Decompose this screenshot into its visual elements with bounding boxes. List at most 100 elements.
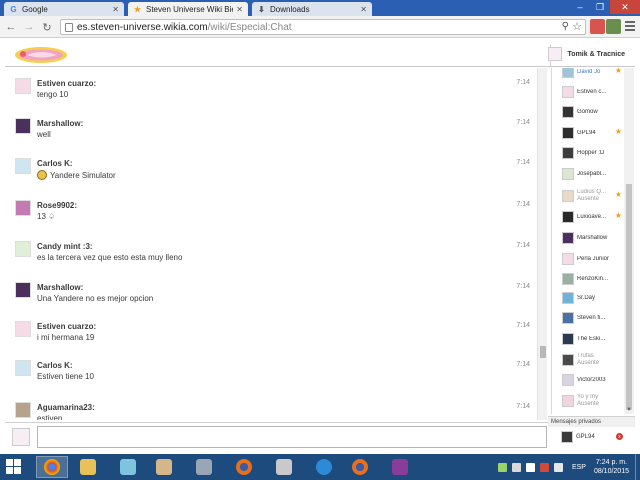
user-list-item[interactable]: Perla Junior — [552, 249, 623, 269]
scrollbar-thumb[interactable] — [626, 184, 632, 410]
user-list-item[interactable]: Josepabl... — [552, 164, 623, 184]
address-bar[interactable]: es.steven-universe.wikia.com/wiki/Especi… — [60, 19, 586, 35]
avatar — [562, 253, 574, 265]
extension-icon[interactable] — [590, 19, 605, 34]
profile-avatar-icon[interactable] — [606, 19, 621, 34]
calculator-taskbar-button[interactable] — [188, 456, 220, 478]
away-status: Ausente — [577, 360, 600, 366]
tray-notification-icon[interactable] — [511, 462, 521, 472]
reload-button[interactable]: ↻ — [40, 20, 54, 34]
maximize-button[interactable]: ❐ — [590, 0, 610, 14]
chrome-taskbar-button[interactable] — [36, 456, 68, 478]
current-user-name: Tomik & Tracnice — [567, 50, 625, 58]
google-g-icon: G — [10, 4, 17, 14]
tab-label: Steven Universe Wiki Bie — [146, 4, 234, 14]
user-name: Hopper :D — [577, 149, 605, 156]
user-list-item[interactable]: Luxioave... ★ — [552, 207, 623, 227]
unread-badge-icon[interactable]: x — [616, 433, 623, 440]
winrar-taskbar-button[interactable] — [384, 456, 416, 478]
message-author[interactable]: Marshallow: — [37, 283, 83, 292]
user-list-item[interactable]: Hopper :D — [552, 143, 623, 163]
user-list-item[interactable]: RenzoKin... — [552, 269, 623, 289]
message-author[interactable]: Carlos K: — [37, 361, 73, 370]
firefox-taskbar-button[interactable] — [228, 456, 260, 478]
user-list-item[interactable]: GPL94 ★ — [552, 123, 623, 143]
user-list-item[interactable]: David Jo ★ — [552, 68, 623, 82]
message-author[interactable]: Estiven cuarzo: — [37, 79, 96, 88]
zsnes-taskbar-button[interactable] — [268, 456, 300, 478]
network-icon[interactable] — [525, 462, 535, 472]
close-icon[interactable]: ✕ — [360, 5, 367, 14]
private-message-item[interactable]: GPL94 x — [551, 428, 635, 446]
avatar[interactable] — [15, 118, 31, 134]
firefox-alt-taskbar-button[interactable] — [344, 456, 376, 478]
window-close-button[interactable]: ✕ — [610, 0, 640, 14]
show-desktop-button[interactable] — [635, 454, 640, 480]
user-list-item[interactable]: Ludius Q... Ausente ★ — [552, 186, 623, 206]
chat-header: Tomik & Tracnice — [5, 45, 635, 67]
notepad-taskbar-button[interactable] — [112, 456, 144, 478]
close-icon[interactable]: ✕ — [112, 5, 119, 14]
message-author[interactable]: Aguamarina23: — [37, 403, 95, 412]
message-scrollbar[interactable] — [537, 68, 547, 420]
message-input[interactable] — [37, 426, 547, 448]
avatar[interactable] — [15, 200, 31, 216]
file-explorer-taskbar-button[interactable] — [72, 456, 104, 478]
avatar[interactable] — [15, 282, 31, 298]
close-icon[interactable]: ✕ — [236, 5, 243, 14]
user-list-item[interactable]: Marshallow — [552, 228, 623, 248]
steven-universe-logo[interactable] — [13, 45, 69, 65]
message-author[interactable]: Rose9902: — [37, 201, 77, 210]
tray-app-icon[interactable] — [497, 462, 507, 472]
window-controls: – ❐ ✕ — [570, 0, 640, 14]
user-list-item[interactable]: Victor2003 — [552, 370, 623, 390]
message-text: es la tercera vez que esto esta muy llen… — [37, 253, 183, 262]
windows-start-icon[interactable] — [6, 459, 22, 475]
user-list-item[interactable]: Estiven c... — [552, 82, 623, 102]
user-list-item[interactable]: The Eski... — [552, 329, 623, 349]
user-list-scrollbar[interactable]: ▼ — [624, 68, 634, 414]
message-list[interactable]: Estiven cuarzo: tengo 10 7:14 Marshallow… — [5, 68, 536, 420]
message-author[interactable]: Marshallow: — [37, 119, 83, 128]
avatar — [562, 127, 574, 139]
avatar[interactable] — [15, 402, 31, 418]
user-list[interactable]: David Jo ★ Estiven c... Gomow GPL94 ★ Hopp… — [551, 68, 623, 414]
tab-downloads[interactable]: ⬇ Downloads ✕ — [252, 2, 372, 16]
user-list-item[interactable]: Yo y my Ausente — [552, 391, 623, 411]
tab-steven-universe-wiki[interactable]: ★ Steven Universe Wiki Bie ✕ — [128, 2, 248, 16]
flag-icon[interactable] — [539, 462, 549, 472]
forward-button[interactable]: → — [22, 20, 36, 34]
message-author[interactable]: Candy mint :3: — [37, 242, 93, 251]
user-list-item[interactable]: Gomow — [552, 102, 623, 122]
chrome-menu-icon[interactable] — [625, 21, 635, 33]
wikia-star-icon: ★ — [133, 4, 142, 14]
scrollbar-thumb[interactable] — [540, 346, 546, 358]
user-list-item[interactable]: Sr.Day — [552, 288, 623, 308]
avatar[interactable] — [15, 321, 31, 337]
search-icon[interactable]: ⚲ — [562, 21, 569, 32]
avatar[interactable] — [15, 241, 31, 257]
user-name: Yo y my Ausente — [577, 394, 617, 408]
message-author[interactable]: Estiven cuarzo: — [37, 322, 96, 331]
user-list-item[interactable]: Steven fi... — [552, 308, 623, 328]
bookmark-star-icon[interactable]: ☆ — [572, 20, 582, 33]
message-time: 7:14 — [516, 159, 530, 166]
ie-taskbar-button[interactable] — [308, 456, 340, 478]
message-time: 7:14 — [516, 201, 530, 208]
minimize-button[interactable]: – — [570, 0, 590, 14]
tab-google[interactable]: G Google ✕ — [4, 2, 124, 16]
avatar[interactable] — [15, 158, 31, 174]
language-indicator[interactable]: ESP — [572, 464, 586, 471]
volume-icon[interactable] — [553, 462, 563, 472]
clock[interactable]: 7:24 p. m. 08/10/2015 — [594, 458, 629, 476]
message-author[interactable]: Carlos K: — [37, 159, 73, 168]
message-text: i mi hermana 19 — [37, 333, 95, 342]
chat-message: Marshallow: Una Yandere no es mejor opci… — [5, 272, 536, 312]
back-button[interactable]: ← — [4, 20, 18, 34]
scroll-down-arrow-icon[interactable]: ▼ — [626, 407, 632, 413]
current-user[interactable]: Tomik & Tracnice — [547, 47, 625, 61]
avatar[interactable] — [15, 78, 31, 94]
paint-taskbar-button[interactable] — [148, 456, 180, 478]
avatar[interactable] — [15, 360, 31, 376]
user-list-item[interactable]: Trufas Ausente — [552, 350, 623, 370]
